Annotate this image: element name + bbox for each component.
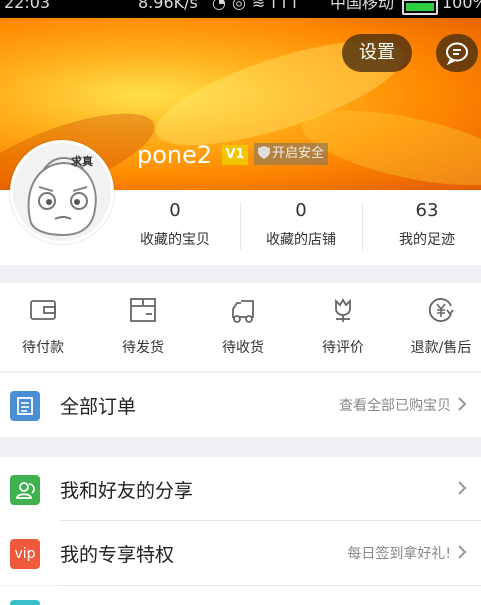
share-icon	[10, 475, 40, 505]
stat-favorite-items[interactable]: 0 收藏的宝贝	[114, 190, 236, 265]
next-row[interactable]	[0, 586, 481, 605]
stat-value: 63	[415, 200, 439, 221]
battery-icon	[402, 0, 438, 15]
all-orders-title: 全部订单	[60, 396, 137, 418]
shield-icon	[258, 146, 270, 159]
all-orders-row[interactable]: 全部订单 查看全部已购宝贝	[0, 373, 481, 437]
stat-favorite-shops[interactable]: 0 收藏的店铺	[240, 190, 362, 265]
order-status-bar: 待付款 待发货 待收货 待评价 退款/售后	[0, 283, 481, 372]
refund-icon	[428, 298, 454, 322]
next-row-icon	[10, 600, 40, 605]
order-pending-review[interactable]: 待评价	[295, 283, 391, 371]
status-carrier: 中国移动	[330, 0, 395, 12]
vip-link[interactable]: 每日签到拿好礼!	[347, 543, 451, 563]
stat-value: 0	[169, 200, 181, 221]
stat-label: 收藏的宝贝	[140, 232, 210, 248]
vip-level-badge[interactable]: V1	[222, 145, 248, 165]
stat-label: 收藏的店铺	[266, 232, 336, 248]
settings-button[interactable]: 设置	[342, 34, 412, 72]
share-row[interactable]: 我和好友的分享	[0, 457, 481, 521]
stat-footprints[interactable]: 63 我的足迹	[366, 190, 481, 265]
status-net-speed: 8.96K/s	[138, 0, 198, 12]
flower-icon	[335, 298, 351, 322]
vip-privilege-row[interactable]: vip 我的专享特权 每日签到拿好礼!	[0, 521, 481, 585]
status-bar: 22:03 8.96K/s ◔◎≋ıll 中国移动 100%	[0, 0, 481, 18]
divider	[362, 202, 363, 250]
stat-value: 0	[295, 200, 307, 221]
stat-label: 我的足迹	[399, 232, 455, 248]
message-button[interactable]	[436, 34, 478, 72]
status-time: 22:03	[4, 0, 51, 12]
vip-icon: vip	[10, 539, 40, 569]
wallet-icon	[30, 300, 56, 320]
all-orders-link[interactable]: 查看全部已购宝贝	[339, 395, 451, 415]
order-list-icon	[10, 391, 40, 421]
order-pending-receipt[interactable]: 待收货	[195, 283, 291, 371]
order-label: 待收货	[222, 340, 264, 356]
avatar[interactable]: 求真	[10, 140, 114, 244]
chat-bubble-icon	[446, 42, 468, 65]
chevron-right-icon	[458, 545, 467, 559]
order-label: 待付款	[22, 340, 64, 356]
order-pending-shipment[interactable]: 待发货	[95, 283, 191, 371]
order-label: 待发货	[122, 340, 164, 356]
package-icon	[130, 298, 156, 322]
avatar-cartoon-icon	[27, 157, 97, 237]
status-battery: 100%	[442, 0, 481, 12]
vip-title: 我的专享特权	[60, 544, 175, 566]
truck-icon	[232, 300, 254, 323]
order-label: 退款/售后	[410, 340, 472, 356]
share-title: 我和好友的分享	[60, 480, 194, 502]
order-refund[interactable]: 退款/售后	[393, 283, 481, 371]
order-label: 待评价	[322, 340, 364, 356]
safety-badge[interactable]: 开启安全	[254, 143, 329, 165]
chevron-right-icon	[458, 481, 467, 495]
username[interactable]: pone2	[137, 141, 212, 169]
chevron-right-icon	[458, 397, 467, 411]
safety-label: 开启安全	[272, 146, 325, 161]
status-icons: ◔◎≋ıll	[212, 0, 303, 12]
avatar-tag: 求真	[71, 155, 93, 168]
order-pending-payment[interactable]: 待付款	[0, 283, 91, 371]
